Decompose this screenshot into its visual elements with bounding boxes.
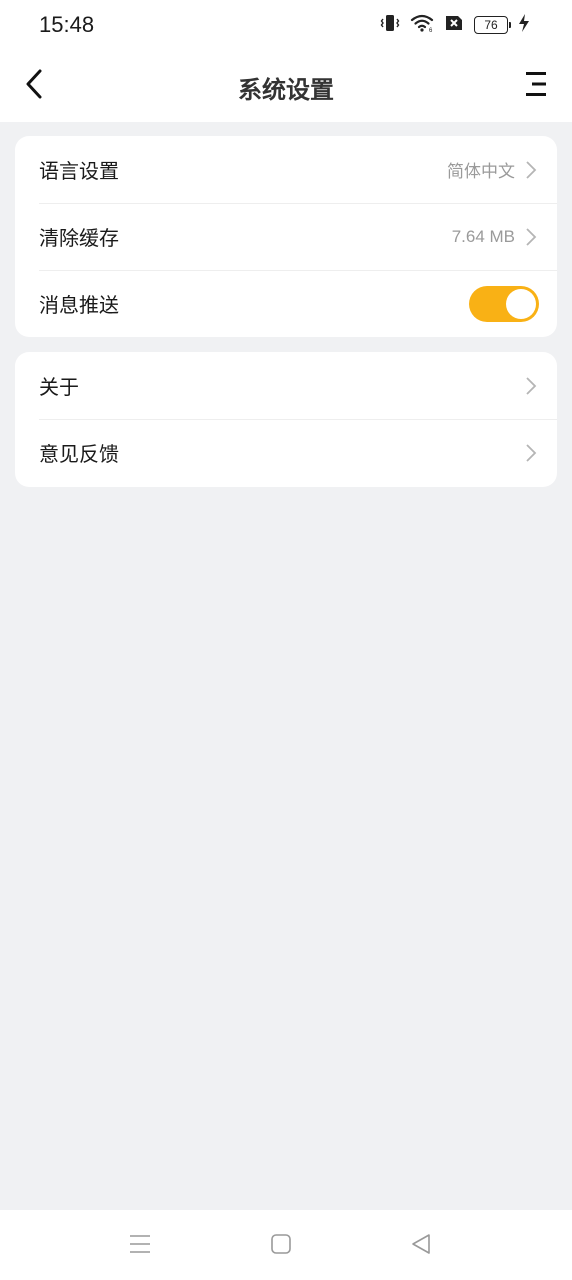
chevron-right-icon	[525, 227, 537, 247]
chevron-right-icon	[525, 443, 537, 463]
status-bar: 15:48 6 76	[0, 0, 572, 50]
charging-icon	[518, 13, 530, 37]
recent-apps-icon	[128, 1232, 152, 1260]
recent-apps-button[interactable]	[126, 1232, 154, 1260]
setting-value: 7.64 MB	[451, 226, 515, 246]
setting-label: 意见反馈	[39, 442, 119, 466]
status-icons: 6 76	[380, 14, 530, 36]
system-nav-bar	[0, 1210, 572, 1280]
home-icon	[269, 1232, 293, 1260]
setting-label: 消息推送	[39, 293, 119, 317]
page-title: 系统设置	[238, 76, 334, 104]
toggle-knob	[506, 288, 536, 319]
header: 系统设置	[0, 50, 572, 122]
status-time: 15:48	[39, 12, 95, 37]
chevron-right-icon	[525, 160, 537, 180]
vibrate-icon	[380, 13, 400, 37]
svg-text:6: 6	[429, 28, 433, 33]
setting-about[interactable]: 关于	[15, 352, 557, 419]
setting-clear-cache[interactable]: 清除缓存 7.64 MB	[15, 203, 557, 270]
setting-label: 语言设置	[39, 159, 119, 183]
home-button[interactable]	[267, 1232, 295, 1260]
setting-language[interactable]: 语言设置 简体中文	[15, 136, 557, 203]
setting-label: 关于	[39, 375, 79, 399]
setting-push-notifications: 消息推送	[15, 270, 557, 337]
settings-group-general: 语言设置 简体中文 清除缓存 7.64 MB 消息推送	[15, 136, 557, 337]
back-icon	[409, 1232, 433, 1260]
battery-level: 76	[484, 18, 498, 32]
menu-button[interactable]	[520, 68, 552, 104]
chevron-right-icon	[525, 376, 537, 396]
battery-icon: 76	[474, 16, 511, 34]
back-nav-button[interactable]	[407, 1232, 435, 1260]
wifi-icon: 6	[410, 13, 434, 37]
menu-icon	[524, 70, 548, 102]
sim-blocked-icon	[444, 14, 464, 36]
setting-value: 简体中文	[447, 162, 515, 182]
setting-label: 清除缓存	[39, 226, 119, 250]
setting-feedback[interactable]: 意见反馈	[15, 419, 557, 486]
push-notifications-toggle[interactable]	[469, 285, 539, 322]
settings-group-info: 关于 意见反馈	[15, 352, 557, 487]
